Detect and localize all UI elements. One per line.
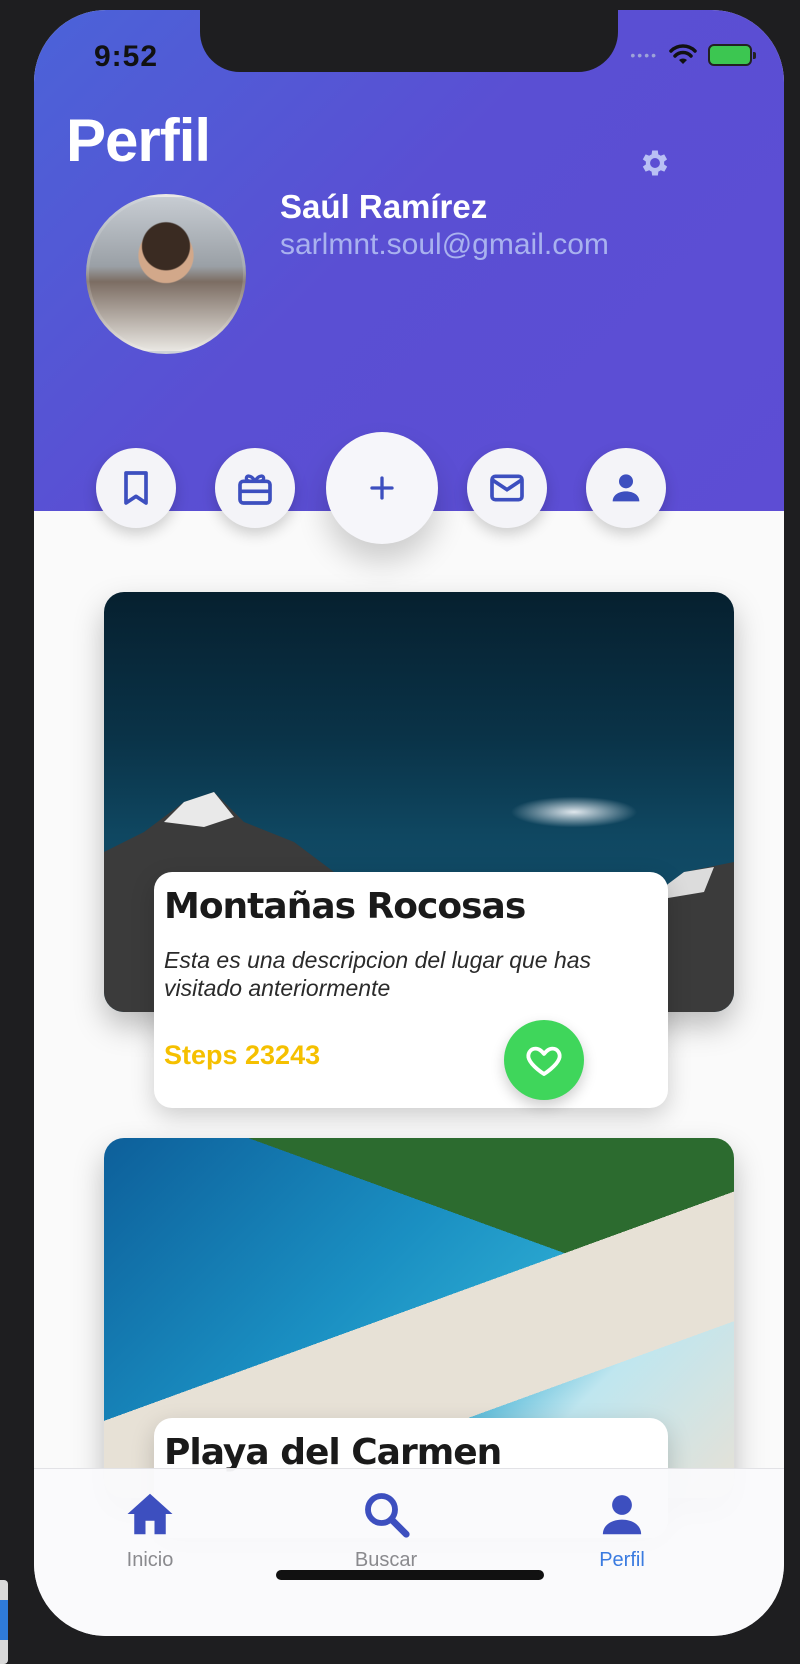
place-card[interactable]: Montañas Rocosas Esta es una descripcion… [154,872,668,1108]
favorite-button[interactable] [504,1020,584,1100]
tab-label: Buscar [354,1549,418,1571]
home-indicator[interactable] [276,1570,544,1580]
add-button[interactable] [326,432,438,544]
profile-header: 9:52 •••• Perfil Saúl Ramírez sarlmnt.so… [34,10,784,511]
person-icon [602,1495,642,1535]
place-title: Playa del Carmen [164,1432,502,1473]
device-notch [200,10,618,72]
status-time: 9:52 [94,40,159,73]
heart-icon [526,1046,562,1076]
page-title: Perfil [66,107,211,174]
tab-buscar[interactable]: Buscar [316,1487,456,1572]
tab-bar: Inicio Buscar Perfil [34,1468,784,1636]
gift-card-button[interactable] [215,448,295,528]
window-edge-accent [0,1600,8,1640]
user-email: sarlmnt.soul@gmail.com [280,228,609,261]
status-icons: •••• [630,44,756,66]
search-icon [365,1493,410,1538]
tab-label: Inicio [126,1549,174,1571]
mail-button[interactable] [467,448,547,528]
gift-card-icon [238,474,272,505]
tab-inicio[interactable]: Inicio [80,1487,220,1572]
place-description: Esta es una descripcion del lugar que ha… [164,947,592,1001]
cellular-signal-icon: •••• [630,47,658,63]
avatar[interactable] [86,194,246,354]
bookmark-button[interactable] [96,448,176,528]
mail-icon [490,474,524,502]
person-icon [612,474,640,502]
gear-icon[interactable] [638,146,672,180]
profile-button[interactable] [586,448,666,528]
steps-count: Steps 23243 [164,1040,321,1070]
tab-perfil[interactable]: Perfil [552,1487,692,1572]
battery-icon [708,44,756,66]
bookmark-icon [124,471,148,505]
home-icon [127,1493,173,1535]
tab-label: Perfil [599,1549,645,1571]
wifi-icon [669,44,697,64]
user-name: Saúl Ramírez [280,188,488,225]
plus-icon [370,476,394,500]
phone-screen: 9:52 •••• Perfil Saúl Ramírez sarlmnt.so… [34,10,784,1636]
place-title: Montañas Rocosas [164,886,526,927]
